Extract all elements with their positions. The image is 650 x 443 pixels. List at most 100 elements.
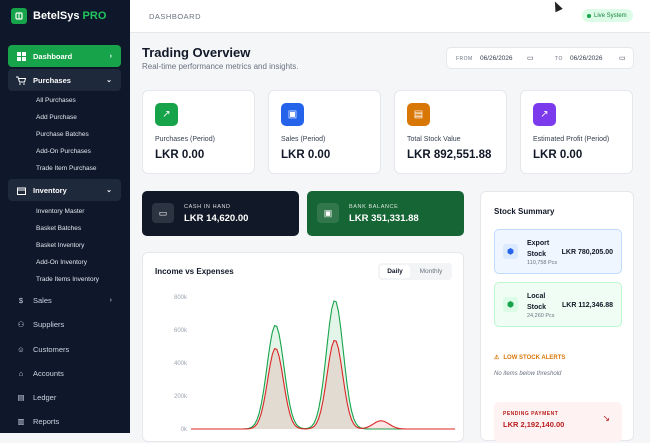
brand[interactable]: BetelSys PRO (11, 8, 106, 24)
sidebar: BetelSys PRO Dashboard › Purchases ⌄ All… (0, 0, 130, 433)
stat-card-sales: ▣ Sales (Period) LKR 0.00 (268, 90, 381, 174)
export-stock-pcs: 110,758 Pcs (527, 260, 558, 266)
to-label: TO (555, 56, 563, 62)
cube-icon: ⬢ (503, 244, 518, 259)
bank-label: BANK BALANCE (349, 204, 399, 210)
sidebar-item-purchases[interactable]: Purchases ⌄ (8, 69, 121, 91)
date-range-picker: FROM 06/26/2026 ▭ TO 06/26/2026 ▭ (446, 47, 634, 69)
stat-card-purchases: ↗ Purchases (Period) LKR 0.00 (142, 90, 255, 174)
sidebar-subitem-addon-purchases[interactable]: Add-On Purchases (36, 148, 91, 155)
y-tick-label: 200k (174, 394, 188, 400)
stock-summary-card: Stock Summary ⬢ Export Stock 110,758 Pcs … (480, 191, 634, 442)
stat-card-stock-value: ▤ Total Stock Value LKR 892,551.88 (394, 90, 507, 174)
calendar-icon[interactable]: ▭ (619, 54, 626, 62)
topbar: DASHBOARD Live System (130, 0, 650, 33)
archive-icon: ▤ (407, 103, 430, 126)
sidebar-subitem-addon-inventory[interactable]: Add-On Inventory (36, 259, 87, 266)
sidebar-item-label: Inventory (33, 185, 67, 195)
sidebar-subitem-trade-item-purchase[interactable]: Trade Item Purchase (36, 165, 96, 172)
cash-icon: ▣ (317, 203, 339, 223)
grid-icon (16, 51, 26, 61)
trend-down-icon: ↘ (602, 413, 610, 423)
sidebar-subitem-basket-inventory[interactable]: Basket Inventory (36, 242, 84, 249)
book-icon: ▤ (17, 392, 25, 402)
no-items-text: No items below threshold (494, 371, 562, 377)
pending-value: LKR 2,192,140.00 (503, 420, 565, 429)
brand-name: BetelSys PRO (33, 10, 107, 22)
chevron-down-icon: ⌄ (106, 187, 112, 194)
local-stock-value: LKR 112,346.88 (562, 302, 613, 309)
local-stock-name: Local Stock (527, 293, 547, 311)
cash-label: CASH IN HAND (184, 204, 231, 210)
sidebar-item-label: Reports (33, 416, 60, 426)
sidebar-item-label: Sales (33, 295, 52, 305)
low-stock-alert-header: ⚠ LOW STOCK ALERTS (494, 354, 566, 362)
stat-value: LKR 0.00 (281, 149, 331, 161)
page-subtitle: Real-time performance metrics and insigh… (142, 62, 299, 71)
breadcrumb: DASHBOARD (149, 12, 202, 21)
bank-balance-card: ▣ BANK BALANCE LKR 351,331.88 (307, 191, 464, 236)
to-date-input[interactable]: 06/26/2026 (570, 55, 603, 62)
bank-value: LKR 351,331.88 (349, 213, 419, 224)
user-icon: ☺ (17, 344, 25, 354)
pending-payment-box: PENDING PAYMENT LKR 2,192,140.00 ↘ (494, 402, 622, 442)
y-tick-label: 600k (174, 328, 188, 334)
sidebar-item-inventory[interactable]: Inventory ⌄ (8, 179, 121, 201)
chart-icon: ▥ (17, 416, 25, 426)
sidebar-item-dashboard[interactable]: Dashboard › (8, 45, 121, 67)
stat-label: Purchases (Period) (155, 136, 215, 143)
sidebar-item-suppliers[interactable]: ⚇ Suppliers (8, 313, 121, 335)
sidebar-subitem-all-purchases[interactable]: All Purchases (36, 97, 76, 104)
sidebar-item-label: Customers (33, 344, 70, 354)
sidebar-item-label: Purchases (33, 75, 71, 85)
cash-value: LKR 14,620.00 (184, 213, 249, 224)
export-stock-box: ⬢ Export Stock 110,758 Pcs LKR 780,205.00 (494, 229, 622, 274)
sidebar-item-reports[interactable]: ▥ Reports (8, 410, 121, 432)
export-stock-name: Export Stock (527, 240, 550, 258)
chevron-down-icon: ⌄ (106, 77, 112, 84)
chevron-right-icon: › (109, 296, 112, 304)
y-tick-label: 0k (181, 427, 188, 433)
sidebar-item-label: Accounts (33, 368, 64, 378)
stat-label: Estimated Profit (Period) (533, 136, 610, 143)
brand-logo-icon (11, 8, 27, 24)
pending-label: PENDING PAYMENT (503, 411, 559, 417)
sidebar-item-sales[interactable]: $ Sales › (8, 289, 121, 311)
wallet-icon: ▭ (152, 203, 174, 223)
local-stock-box: ⬢ Local Stock 24,260 Pcs LKR 112,346.88 (494, 282, 622, 327)
cart-icon (16, 75, 26, 85)
stat-label: Total Stock Value (407, 136, 461, 143)
sidebar-item-label: Dashboard (33, 51, 73, 61)
calendar-icon[interactable]: ▭ (527, 54, 534, 62)
bank-icon: ⌂ (18, 368, 24, 378)
status-badge: Live System (582, 9, 633, 22)
dollar-icon: $ (18, 295, 24, 305)
sidebar-subitem-trade-items-inventory[interactable]: Trade Items Inventory (36, 276, 99, 283)
users-icon: ⚇ (17, 319, 25, 329)
income-expense-chart: 800k 600k 400k 200k 0k (174, 295, 455, 433)
sidebar-subitem-inventory-master[interactable]: Inventory Master (36, 208, 84, 215)
stat-card-profit: ↗ Estimated Profit (Period) LKR 0.00 (520, 90, 633, 174)
income-expense-chart-card: Income vs Expenses Daily Monthly 800k 600… (142, 252, 464, 442)
stat-value: LKR 892,551.88 (407, 149, 492, 161)
trend-up-icon: ↗ (155, 103, 178, 126)
cube-icon: ⬢ (503, 297, 518, 312)
stat-value: LKR 0.00 (155, 149, 205, 161)
stat-label: Sales (Period) (281, 136, 326, 143)
sidebar-item-label: Suppliers (33, 319, 65, 329)
box-icon (16, 185, 26, 195)
sidebar-item-customers[interactable]: ☺ Customers (8, 338, 121, 360)
cash-in-hand-card: ▭ CASH IN HAND LKR 14,620.00 (142, 191, 299, 236)
sidebar-item-accounts[interactable]: ⌂ Accounts (8, 362, 121, 384)
export-stock-value: LKR 780,205.00 (561, 249, 613, 256)
sidebar-subitem-add-purchase[interactable]: Add Purchase (36, 114, 77, 121)
stat-value: LKR 0.00 (533, 149, 583, 161)
sidebar-subitem-basket-batches[interactable]: Basket Batches (36, 225, 81, 232)
from-date-input[interactable]: 06/26/2026 (480, 55, 513, 62)
y-tick-label: 400k (174, 361, 188, 367)
local-stock-pcs: 24,260 Pcs (527, 313, 555, 319)
sidebar-item-ledger[interactable]: ▤ Ledger (8, 386, 121, 408)
sidebar-subitem-purchase-batches[interactable]: Purchase Batches (36, 131, 89, 138)
chevron-right-icon: › (109, 52, 112, 60)
stock-summary-title: Stock Summary (494, 207, 555, 216)
